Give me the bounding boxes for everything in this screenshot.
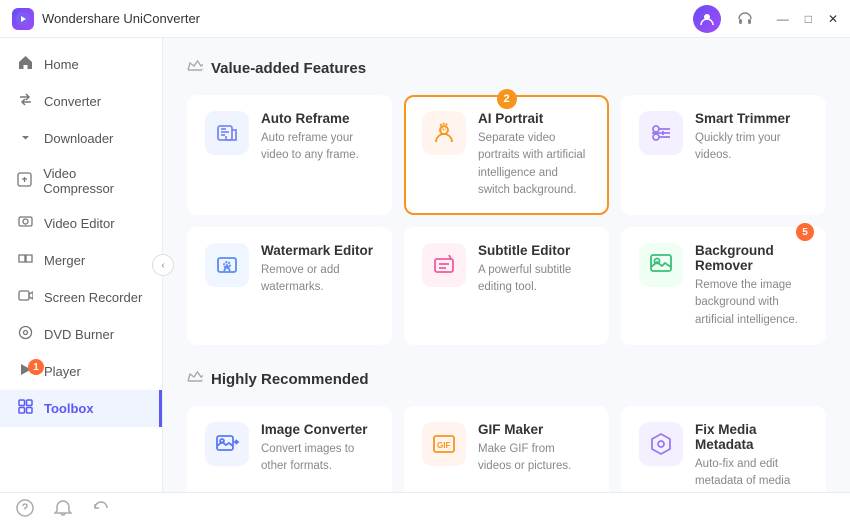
sidebar-item-video-editor[interactable]: Video Editor [0,205,162,242]
crown-icon [187,58,203,79]
watermark-editor-icon-wrap [205,243,249,287]
svg-text:GIF: GIF [437,441,450,450]
converter-icon [16,92,34,111]
app-title: Wondershare UniConverter [42,11,693,26]
dvd-icon [16,325,34,344]
sidebar-item-screen-recorder[interactable]: Screen Recorder [0,279,162,316]
image-converter-icon-wrap [205,422,249,466]
value-added-section-title: Value-added Features [187,58,826,79]
maximize-button[interactable]: □ [805,13,812,25]
home-icon [16,55,34,74]
card-subtitle-editor[interactable]: Subtitle Editor A powerful subtitle edit… [404,227,609,345]
bottom-bar [0,492,850,528]
sidebar-item-dvd-burner[interactable]: DVD Burner [0,316,162,353]
headset-icon[interactable] [731,5,759,33]
background-remover-badge: 5 [796,223,814,241]
sidebar: Home Converter Downloader Video Compress… [0,38,163,492]
recommended-cards: Image Converter Convert images to other … [187,406,826,492]
card-fix-media-metadata[interactable]: Fix Media Metadata Auto-fix and edit met… [621,406,826,492]
fix-media-metadata-icon-wrap [639,422,683,466]
help-icon[interactable] [16,499,34,522]
sidebar-item-player[interactable]: Player 1 [0,353,162,390]
card-gif-maker[interactable]: GIF GIF Maker Make GIF from videos or pi… [404,406,609,492]
crown-icon-2 [187,369,203,390]
compressor-icon [16,172,33,191]
downloader-icon [16,129,34,148]
player-badge: 1 [28,359,44,375]
sidebar-item-merger[interactable]: Merger [0,242,162,279]
value-added-cards: Auto Reframe Auto reframe your video to … [187,95,826,345]
sidebar-item-video-compressor[interactable]: Video Compressor [0,157,162,205]
title-bar-controls: — □ ✕ [693,5,838,33]
step-badge-2: 2 [497,89,517,109]
card-image-converter[interactable]: Image Converter Convert images to other … [187,406,392,492]
smart-trimmer-icon-wrap [639,111,683,155]
background-remover-icon-wrap [639,243,683,287]
sidebar-item-home[interactable]: Home [0,46,162,83]
main-layout: Home Converter Downloader Video Compress… [0,38,850,492]
recorder-icon [16,288,34,307]
merger-icon [16,251,34,270]
sidebar-item-converter[interactable]: Converter [0,83,162,120]
notification-icon[interactable] [54,499,72,522]
refresh-icon[interactable] [92,499,110,522]
card-smart-trimmer[interactable]: Smart Trimmer Quickly trim your videos. [621,95,826,215]
editor-icon [16,214,34,233]
close-button[interactable]: ✕ [828,13,838,25]
window-controls: — □ ✕ [777,13,838,25]
user-avatar[interactable] [693,5,721,33]
sidebar-collapse-button[interactable]: ‹ [152,254,174,276]
minimize-button[interactable]: — [777,13,789,25]
sidebar-item-toolbox[interactable]: Toolbox [0,390,162,427]
card-auto-reframe[interactable]: Auto Reframe Auto reframe your video to … [187,95,392,215]
app-logo [12,8,34,30]
subtitle-editor-icon-wrap [422,243,466,287]
card-background-remover[interactable]: 5 Background Remover Remove the image ba… [621,227,826,345]
highly-recommended-section-title: Highly Recommended [187,369,826,390]
svg-text:AI: AI [441,127,446,133]
content-area: Value-added Features Auto Reframe Auto r… [163,38,850,492]
ai-portrait-icon-wrap: AI [422,111,466,155]
card-ai-portrait[interactable]: 2 AI AI Portrait Separate video portrait… [404,95,609,215]
auto-reframe-icon-wrap [205,111,249,155]
sidebar-item-downloader[interactable]: Downloader [0,120,162,157]
gif-maker-icon-wrap: GIF [422,422,466,466]
card-watermark-editor[interactable]: Watermark Editor Remove or add watermark… [187,227,392,345]
toolbox-icon [16,399,34,418]
title-bar: Wondershare UniConverter — □ ✕ [0,0,850,38]
